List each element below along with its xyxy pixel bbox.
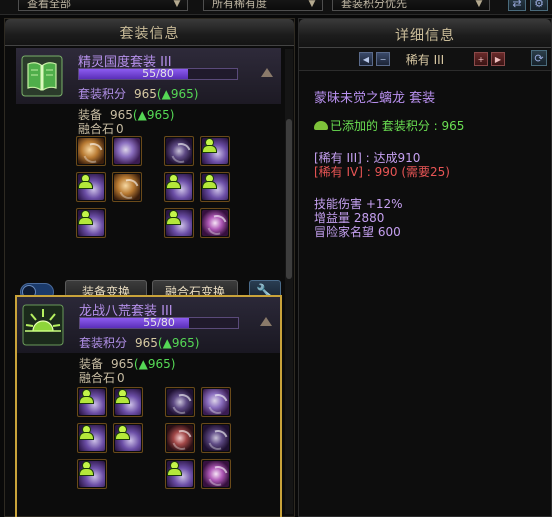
rarity-selector: ◀ − 稀有 III + ▶ ⟳ (299, 48, 551, 71)
character-icon (166, 210, 181, 225)
rarity-filter-label: 所有稀有度 (212, 0, 267, 10)
set-score-change: (▲965) (156, 87, 199, 101)
equipment-slot[interactable] (113, 387, 143, 417)
equipment-slot[interactable] (112, 136, 142, 166)
chevron-down-icon: ▼ (475, 0, 483, 9)
character-icon (79, 425, 94, 440)
added-score-line: 已添加的 套装积分 : 965 (314, 117, 464, 134)
set-card-elf-kingdom[interactable]: 精灵国度套装 III 55/80 套装积分 965(▲965) 装备 965(▲96… (15, 47, 282, 251)
set-progress-bar: 55/80 (79, 317, 239, 329)
equipment-slot[interactable] (200, 136, 230, 166)
set-progress-text: 55/80 (143, 317, 175, 329)
equipment-slot[interactable] (76, 172, 106, 202)
collapse-triangle-icon[interactable] (260, 317, 272, 326)
character-icon (115, 425, 130, 440)
set-progress-bar: 55/80 (78, 68, 238, 80)
set-card-dragon-war[interactable]: 龙战八荒套装 III 55/80 套装积分 965(▲965) 装备 965(▲96… (15, 295, 282, 517)
set-score-value: 965 (134, 87, 157, 101)
priority-filter-dropdown[interactable]: 套装积分优先 ▼ (332, 0, 490, 11)
fusion-label: 融合石 (78, 122, 115, 136)
chevron-down-icon: ▼ (308, 0, 316, 9)
triangle-right-icon: ▶ (494, 55, 502, 64)
scrollbar[interactable] (285, 49, 293, 514)
rarity-label: 稀有 III (405, 53, 445, 67)
priority-filter-label: 套装积分优先 (341, 0, 407, 10)
equipment-slot[interactable] (201, 387, 231, 417)
character-icon (115, 389, 130, 404)
set-score-value: 965 (135, 336, 158, 350)
detail-set-title: 蒙昧未觉之螭龙 套装 (314, 91, 436, 106)
equipment-slot[interactable] (165, 423, 195, 453)
equipment-slot[interactable] (113, 423, 143, 453)
equipment-slot[interactable] (76, 208, 106, 238)
filter-settings-button[interactable]: ⚙ (530, 0, 548, 11)
equipment-slot[interactable] (164, 172, 194, 202)
rarity-filter-dropdown[interactable]: 所有稀有度 ▼ (203, 0, 323, 11)
score-bean-icon (314, 121, 328, 130)
equipment-slot[interactable] (76, 136, 106, 166)
scroll-thumb[interactable] (286, 119, 292, 279)
requirement-rare4: [稀有 IV] : 990 (需要25) (314, 165, 450, 179)
fusion-stat-line: 融合石 0 (78, 120, 124, 137)
equipment-slot[interactable] (165, 387, 195, 417)
set-score-row: 套装积分 965(▲965) (79, 334, 199, 351)
character-icon (202, 174, 217, 189)
fusion-value: 0 (117, 371, 125, 385)
set-score-row: 套装积分 965(▲965) (78, 85, 198, 102)
set-score-label: 套装积分 (79, 336, 128, 350)
rarity-next-button[interactable]: ▶ (491, 52, 505, 66)
equipment-slot[interactable] (77, 459, 107, 489)
refresh-button[interactable]: ⟳ (531, 50, 547, 66)
sort-button[interactable]: ⇄ (508, 0, 526, 11)
character-icon (79, 461, 94, 476)
character-icon (78, 174, 93, 189)
equipment-slot[interactable] (201, 423, 231, 453)
set-info-panel: 套装信息 精灵国度套装 III 55/80 套装积分 965(▲965) 装备 … (4, 18, 295, 517)
gear-icon: ⚙ (534, 0, 544, 10)
equip-change: (▲965) (132, 108, 175, 122)
fusion-label: 融合石 (79, 371, 116, 385)
equipment-slot[interactable] (164, 136, 194, 166)
set-info-window: 查看全部 ▼ 所有稀有度 ▼ 套装积分优先 ▼ ⇄ ⚙ 套装信息 精灵国度套装 … (0, 0, 552, 517)
fusion-value: 0 (116, 122, 124, 136)
character-icon (202, 138, 217, 153)
rising-sun-icon (21, 303, 65, 347)
view-filter-label: 查看全部 (27, 0, 71, 10)
equipment-slot[interactable] (201, 459, 231, 489)
added-score-text: 已添加的 套装积分 : 965 (330, 119, 465, 133)
detail-header: 详细信息 (299, 19, 551, 48)
refresh-icon: ⟳ (534, 52, 544, 65)
rarity-plus-button[interactable]: + (474, 52, 488, 66)
equipment-slot[interactable] (164, 208, 194, 238)
character-icon (166, 174, 181, 189)
swap-icon: ⇄ (512, 0, 522, 10)
equipment-slot[interactable] (165, 459, 195, 489)
effect-line: 冒险家名望 600 (314, 225, 401, 239)
collapse-triangle-icon[interactable] (261, 68, 273, 77)
equipment-slot[interactable] (77, 423, 107, 453)
set-info-header: 套装信息 (5, 19, 294, 46)
set-score-change: (▲965) (157, 336, 200, 350)
set-progress-text: 55/80 (142, 68, 174, 80)
character-icon (79, 389, 94, 404)
fusion-stat-line: 融合石 0 (79, 369, 125, 386)
equip-change: (▲965) (133, 357, 176, 371)
chevron-down-icon: ▼ (173, 0, 181, 9)
equipment-slot[interactable] (200, 172, 230, 202)
equipment-slot[interactable] (77, 387, 107, 417)
equipment-slot[interactable] (112, 172, 142, 202)
open-book-icon (20, 54, 64, 98)
set-score-label: 套装积分 (78, 87, 127, 101)
set-card-head: 精灵国度套装 III 55/80 套装积分 965(▲965) (16, 48, 281, 104)
view-filter-dropdown[interactable]: 查看全部 ▼ (18, 0, 188, 11)
plus-icon: + (477, 55, 485, 64)
set-card-head: 龙战八荒套装 III 55/80 套装积分 965(▲965) (17, 297, 280, 353)
detail-panel: 详细信息 ◀ − 稀有 III + ▶ ⟳ 蒙昧未觉之螭龙 套装 已添加的 套装… (298, 18, 552, 517)
equipment-slot[interactable] (200, 208, 230, 238)
character-icon (78, 210, 93, 225)
character-icon (167, 461, 182, 476)
filter-bar: 查看全部 ▼ 所有稀有度 ▼ 套装积分优先 ▼ ⇄ ⚙ (0, 0, 552, 15)
